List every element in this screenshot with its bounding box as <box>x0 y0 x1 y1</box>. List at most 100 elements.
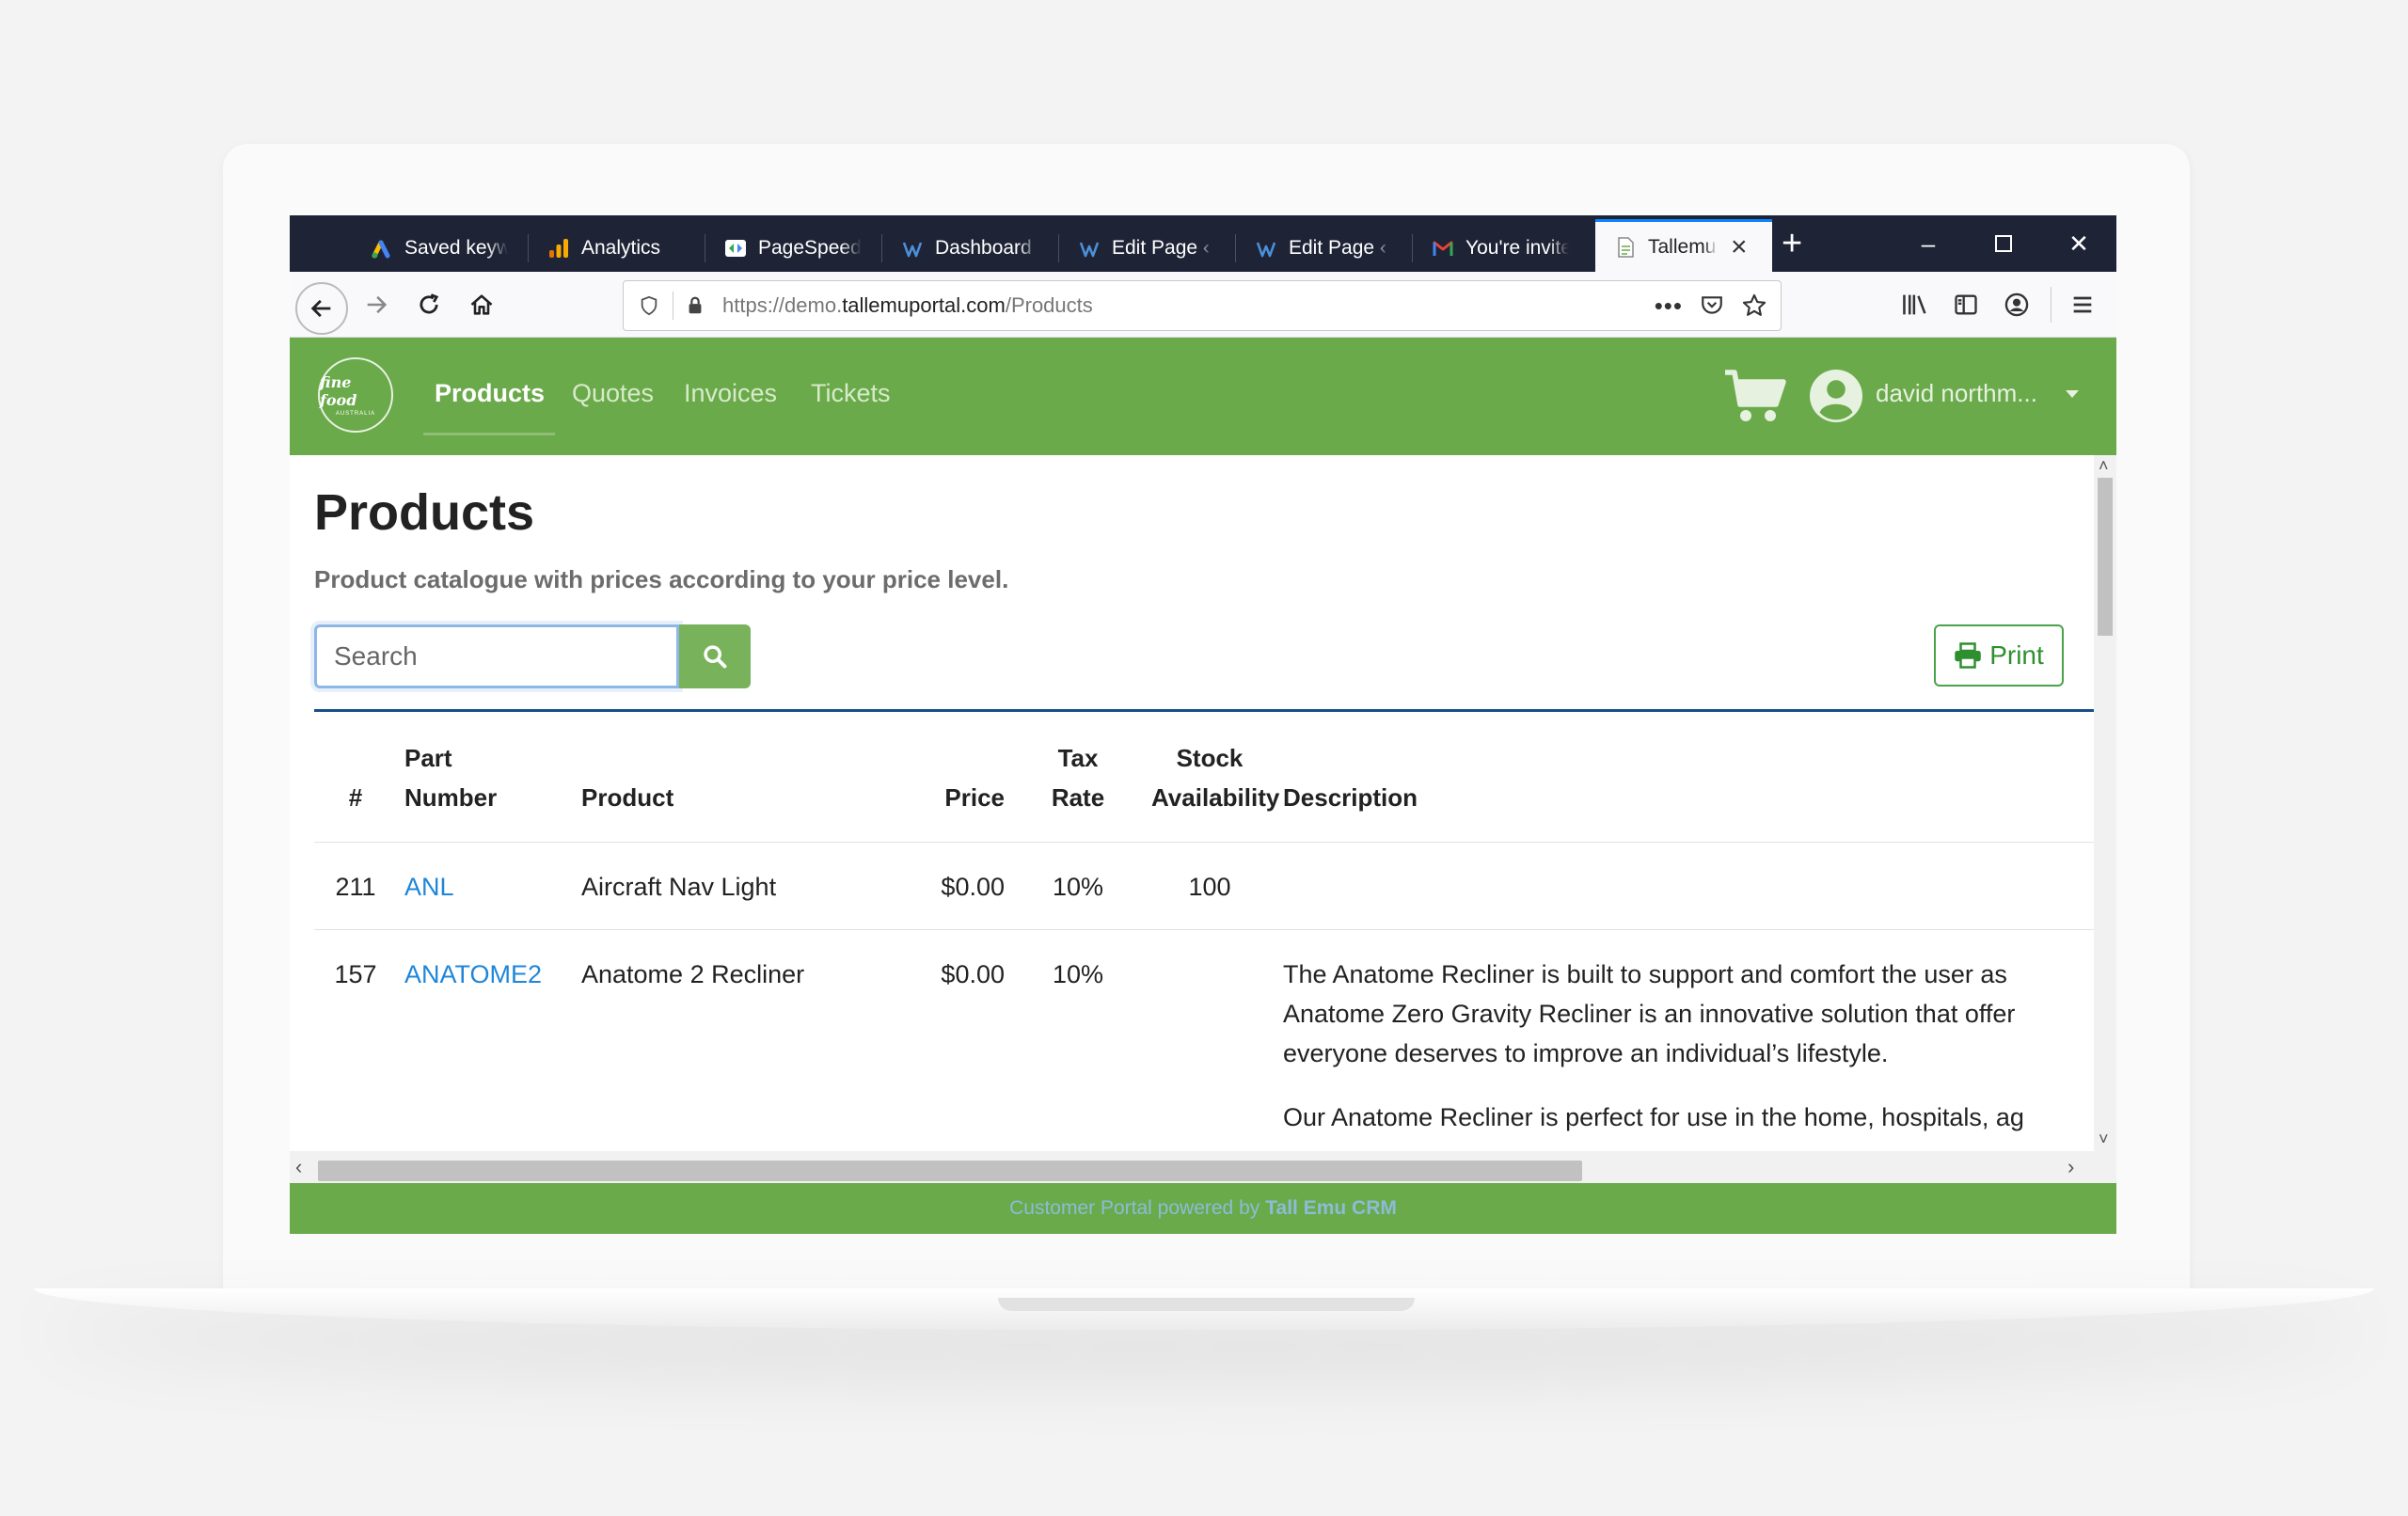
sidebar-button[interactable] <box>1945 272 1987 338</box>
user-name[interactable]: david northm... <box>1876 379 2037 408</box>
tab-edit-page-2[interactable]: Edit Page ‹ Tallemu <box>1236 225 1413 272</box>
horizontal-scroll-thumb[interactable] <box>318 1161 1582 1181</box>
description-line: The Anatome Recliner is built to support… <box>1283 960 2007 988</box>
cell-number: 211 <box>314 842 397 930</box>
menu-button[interactable] <box>2062 272 2103 338</box>
minimize-icon[interactable]: – <box>1891 215 1966 272</box>
home-button[interactable] <box>461 272 502 338</box>
table-row: 211 ANL Aircraft Nav Light $0.00 10% 100 <box>314 842 2094 930</box>
library-button[interactable] <box>1894 272 1936 338</box>
tab-saved-keywords[interactable]: Saved keywords <box>352 225 529 272</box>
menu-tickets[interactable]: Tickets <box>811 379 891 408</box>
products-table: # Part Number Product Price Tax Rate Stock… <box>314 712 2094 1151</box>
wordpress-icon <box>1079 242 1100 258</box>
more-actions-icon[interactable]: ••• <box>1655 292 1683 321</box>
maximize-icon[interactable] <box>1966 215 2041 272</box>
cell-tax-rate: 10% <box>1012 842 1144 930</box>
scroll-down-icon[interactable]: ˅ <box>2099 1130 2109 1147</box>
vertical-scrollbar[interactable]: ˄ ˅ <box>2094 455 2116 1151</box>
hamburger-menu-icon <box>2073 296 2092 313</box>
shopping-cart-icon[interactable] <box>1723 369 1787 425</box>
table-row: 157 ANATOME2 Anatome 2 Recliner $0.00 10… <box>314 929 2094 1151</box>
table-header-row: # Part Number Product Price Tax Rate Stock… <box>314 712 2094 843</box>
gmail-icon <box>1433 241 1453 256</box>
search-button[interactable] <box>679 624 751 688</box>
lock-icon <box>689 296 702 314</box>
tab-pagespeed[interactable]: PageSpeed Insights <box>705 225 882 272</box>
pocket-icon[interactable] <box>1700 293 1724 318</box>
shield-icon <box>641 295 657 316</box>
vertical-scroll-thumb[interactable] <box>2098 478 2113 636</box>
pagespeed-icon <box>725 240 746 257</box>
library-icon <box>1903 294 1926 315</box>
menu-invoices[interactable]: Invoices <box>684 379 777 408</box>
tab-analytics[interactable]: Analytics <box>529 225 705 272</box>
tab-label: Edit Page ‹ Tallemu <box>1112 237 1215 259</box>
footer-brand-link[interactable]: Tall Emu CRM <box>1265 1197 1397 1220</box>
tab-tallemu-portal[interactable]: Tallemu Portal × <box>1595 219 1772 272</box>
column-header-stock-availability[interactable]: Stock Availability <box>1144 712 1279 843</box>
cell-stock: 100 <box>1144 842 1275 930</box>
close-tab-icon[interactable]: × <box>1731 232 1748 261</box>
url-bar[interactable]: https://demo.tallemuportal.com/Products … <box>623 280 1782 331</box>
page-subtitle: Product catalogue with prices according … <box>314 565 1009 593</box>
print-label: Print <box>1989 640 2044 670</box>
account-button[interactable] <box>1996 272 2037 338</box>
tab-label: PageSpeed Insights <box>758 237 862 259</box>
cell-product: Aircraft Nav Light <box>574 842 899 930</box>
browser-window: Saved keywords Analytics PageSpeed Insig… <box>290 215 2116 1234</box>
tab-gmail[interactable]: You're invited <box>1413 225 1590 272</box>
cell-description: The Anatome Recliner is built to support… <box>1275 929 2094 1151</box>
menu-quotes[interactable]: Quotes <box>572 379 654 408</box>
reload-button[interactable] <box>408 272 450 338</box>
part-number-link[interactable]: ANL <box>404 873 454 901</box>
column-header-product[interactable]: Product <box>574 712 899 843</box>
url-text: https://demo.tallemuportal.com/Products <box>722 293 1093 317</box>
close-window-icon[interactable]: ✕ <box>2041 215 2116 272</box>
column-header-tax-rate[interactable]: Tax Rate <box>1012 712 1144 843</box>
user-dropdown-caret-icon[interactable] <box>2066 390 2079 398</box>
scroll-right-icon[interactable]: › <box>2067 1157 2074 1177</box>
app-header: fine food AUSTRALIA Products Quotes Invo… <box>290 338 2116 455</box>
page-title: Products <box>314 484 535 541</box>
scroll-up-icon[interactable]: ˄ <box>2099 457 2109 474</box>
print-button[interactable]: Print <box>1934 624 2064 687</box>
horizontal-scrollbar[interactable]: ‹ › <box>290 1151 2116 1183</box>
search-icon <box>704 645 727 669</box>
tab-label: You're invited <box>1465 237 1569 259</box>
tab-bar: Saved keywords Analytics PageSpeed Insig… <box>290 215 2116 272</box>
tab-dashboard[interactable]: Dashboard ‹ Tallemu <box>882 225 1059 272</box>
column-header-number[interactable]: # <box>314 712 397 843</box>
fine-food-logo[interactable]: fine food AUSTRALIA <box>318 357 393 433</box>
home-icon <box>470 294 493 315</box>
portal-footer: Customer Portal powered by Tall Emu CRM <box>290 1183 2116 1234</box>
tab-label: Saved keywords <box>404 237 508 259</box>
navigation-bar: https://demo.tallemuportal.com/Products … <box>290 272 2116 338</box>
account-icon <box>2004 292 2029 317</box>
new-tab-button[interactable]: + <box>1782 221 1802 266</box>
column-header-description[interactable]: Description <box>1275 712 2094 843</box>
bookmark-star-icon[interactable] <box>1741 292 1767 319</box>
tab-label: Analytics <box>581 237 661 259</box>
printer-icon <box>1955 642 1981 669</box>
column-header-price[interactable]: Price <box>899 712 1012 843</box>
description-line: everyone deserves to improve an individu… <box>1283 1039 1889 1067</box>
analytics-icon <box>549 239 568 258</box>
cell-price: $0.00 <box>899 929 1012 1151</box>
sidebar-icon <box>1955 294 1977 315</box>
forward-button[interactable] <box>356 272 397 338</box>
wordpress-icon <box>902 242 923 258</box>
cell-part-number: ANL <box>397 842 574 930</box>
wordpress-icon <box>1256 242 1276 258</box>
search-input[interactable] <box>314 624 679 688</box>
laptop-notch <box>998 1298 1415 1311</box>
scroll-left-icon[interactable]: ‹ <box>295 1157 302 1177</box>
user-avatar-icon[interactable] <box>1810 370 1862 422</box>
back-button[interactable] <box>295 282 348 335</box>
main-content: Products Product catalogue with prices a… <box>290 455 2094 1151</box>
column-header-part-number[interactable]: Part Number <box>397 712 574 843</box>
part-number-link[interactable]: ANATOME2 <box>404 960 542 988</box>
tab-edit-page-1[interactable]: Edit Page ‹ Tallemu <box>1059 225 1236 272</box>
menu-products[interactable]: Products <box>435 379 545 408</box>
cell-part-number: ANATOME2 <box>397 929 574 1151</box>
